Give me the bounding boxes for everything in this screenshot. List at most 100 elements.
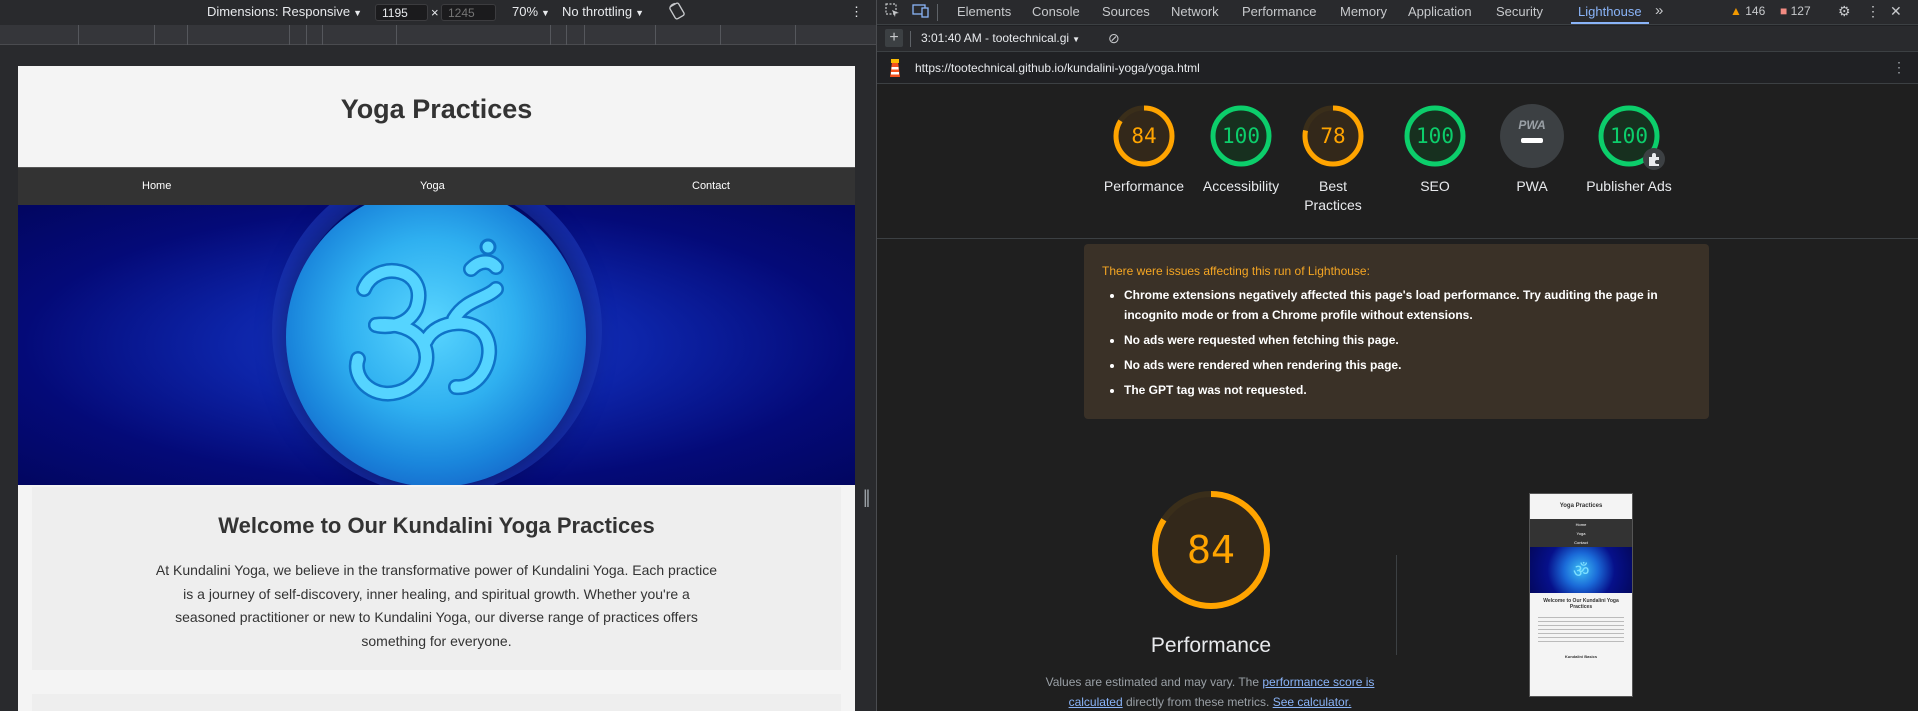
chevron-down-icon: ▼ [1072, 35, 1081, 44]
devtools-pane: Elements Console Sources Network Perform… [877, 0, 1918, 711]
resize-handle-icon[interactable]: || [863, 487, 871, 515]
clear-icon[interactable]: ⊘ [1108, 30, 1120, 47]
lighthouse-report: 84 Performance 100 Accessibility 78 Best… [877, 84, 1918, 711]
score-label: PWA [1516, 178, 1548, 194]
om-symbol-icon: ॐ [1573, 561, 1590, 581]
gauge-circle: 84 [1112, 104, 1176, 168]
issues-count: 127 [1790, 4, 1811, 18]
score-value: 100 [1416, 124, 1454, 148]
thumb-nav-item: Contact [1574, 540, 1588, 545]
site-header: Yoga Practices [18, 66, 855, 167]
warnings-counter[interactable]: ▲ 146 [1730, 4, 1765, 18]
report-select-dropdown[interactable]: 3:01:40 AM - tootechnical.gi ▼ [921, 31, 1080, 45]
warnings-list: Chrome extensions negatively affected th… [1124, 285, 1684, 405]
report-url[interactable]: https://tootechnical.github.io/kundalini… [915, 61, 1200, 75]
tab-elements[interactable]: Elements [957, 4, 1011, 19]
gauge-circle: 100 [1209, 104, 1273, 168]
nav-link-yoga[interactable]: Yoga [420, 180, 445, 192]
warnings-title: There were issues affecting this run of … [1102, 264, 1370, 278]
warning-item: No ads were rendered when rendering this… [1124, 355, 1684, 375]
score-value: 100 [1222, 124, 1260, 148]
welcome-section: Welcome to Our Kundalini Yoga Practices … [32, 487, 841, 670]
width-input[interactable] [375, 4, 428, 21]
gauge-pwa[interactable]: PWA PWA [1487, 104, 1577, 196]
nav-link-home[interactable]: Home [142, 180, 171, 192]
tab-application[interactable]: Application [1408, 4, 1472, 19]
throttling-dropdown[interactable]: No throttling ▼ [562, 4, 644, 19]
performance-title: Performance [1150, 634, 1272, 657]
tab-performance[interactable]: Performance [1242, 4, 1316, 19]
tab-sources[interactable]: Sources [1102, 4, 1150, 19]
device-mode-pane: Dimensions: Responsive▼ × 70%▼ No thrott… [0, 0, 876, 711]
dimension-separator: × [431, 5, 439, 20]
see-calculator-link[interactable]: See calculator. [1273, 695, 1352, 709]
om-symbol-icon [348, 238, 504, 402]
nav-link-contact[interactable]: Contact [692, 180, 730, 192]
thumb-nav: Home Yoga Contact [1530, 519, 1632, 547]
hero-image [18, 205, 855, 485]
zoom-dropdown[interactable]: 70% ▼ [512, 4, 550, 19]
ruler-tick [795, 25, 796, 45]
ruler-tick [187, 25, 188, 45]
gauge-best-practices[interactable]: 78 Best Practices [1293, 104, 1373, 215]
active-tab-indicator [1571, 22, 1649, 24]
ruler-tick [396, 25, 397, 45]
site-title: Yoga Practices [340, 94, 533, 124]
new-report-icon[interactable]: + [885, 29, 903, 47]
report-menu-icon[interactable]: ⋮ [1892, 59, 1906, 76]
gauge-seo[interactable]: 100 SEO [1390, 104, 1480, 196]
gauge-publisher-ads[interactable]: 100 Publisher Ads [1584, 104, 1674, 196]
score-label: Performance [1103, 178, 1185, 194]
ruler-tick [584, 25, 585, 45]
customize-menu-icon[interactable]: ⋮ [1866, 3, 1880, 20]
thumb-paragraph [1538, 614, 1624, 644]
lighthouse-toolbar: + 3:01:40 AM - tootechnical.gi ▼ ⊘ [877, 26, 1918, 52]
thumb-title: Yoga Practices [1559, 503, 1603, 509]
performance-score-large: 84 [1186, 528, 1236, 572]
tab-lighthouse[interactable]: Lighthouse [1578, 4, 1642, 19]
device-toolbar-icon[interactable] [912, 3, 929, 21]
tab-security[interactable]: Security [1496, 4, 1543, 19]
score-label: Best Practices [1304, 178, 1362, 213]
ruler-tick [154, 25, 155, 45]
pwa-badge-icon [1500, 104, 1564, 168]
dimensions-dropdown[interactable]: Dimensions: Responsive ▼ [207, 4, 362, 19]
ruler-tick [720, 25, 721, 45]
ruler-tick [655, 25, 656, 45]
score-disclaimer: Values are estimated and may vary. The p… [1040, 672, 1380, 711]
gauge-circle: 78 [1301, 104, 1365, 168]
throttling-label: No throttling [562, 4, 633, 19]
score-label: SEO [1420, 178, 1450, 194]
ruler-tick [566, 25, 567, 45]
more-tabs-icon[interactable]: » [1655, 2, 1663, 19]
rotate-icon[interactable] [668, 2, 686, 23]
close-icon[interactable]: ✕ [1890, 3, 1902, 20]
media-query-ruler[interactable] [0, 25, 876, 45]
more-options-icon[interactable]: ⋮ [850, 4, 863, 20]
thumb-nav-item: Home [1575, 522, 1587, 527]
toolbar-separator [910, 31, 911, 47]
chevron-down-icon: ▼ [353, 8, 362, 18]
tab-memory[interactable]: Memory [1340, 4, 1387, 19]
ruler-tick [322, 25, 323, 45]
issues-counter[interactable]: ■ 127 [1780, 4, 1811, 18]
zoom-label: 70% [512, 4, 539, 19]
score-label: Accessibility [1202, 178, 1280, 194]
thumb-section: Kundalini Basics [1564, 654, 1598, 659]
lighthouse-logo-icon [890, 59, 900, 77]
settings-gear-icon[interactable]: ⚙ [1838, 3, 1851, 20]
tab-console[interactable]: Console [1032, 4, 1080, 19]
page-screenshot-thumbnail[interactable]: Yoga Practices Home Yoga Contact ॐ Welco… [1529, 493, 1633, 697]
inspect-element-icon[interactable] [885, 3, 900, 21]
gauge-performance[interactable]: 84 Performance [1099, 104, 1189, 196]
height-input[interactable] [441, 4, 496, 21]
gauge-accessibility[interactable]: 100 Accessibility [1196, 104, 1286, 196]
warning-item: Chrome extensions negatively affected th… [1124, 285, 1684, 325]
warning-item: No ads were requested when fetching this… [1124, 330, 1684, 350]
welcome-text: At Kundalini Yoga, we believe in the tra… [155, 562, 718, 649]
tab-network[interactable]: Network [1171, 4, 1219, 19]
pwa-logo-text: PWA [1518, 118, 1546, 132]
welcome-title: Welcome to Our Kundalini Yoga Practices [218, 513, 655, 538]
thumb-nav-item: Yoga [1576, 531, 1586, 536]
ruler-tick [550, 25, 551, 45]
